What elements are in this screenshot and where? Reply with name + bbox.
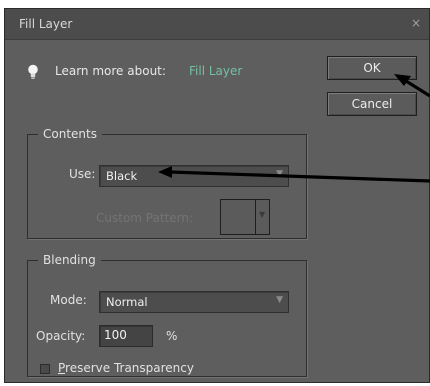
opacity-unit: % bbox=[166, 329, 178, 343]
lightbulb-icon bbox=[28, 64, 38, 79]
mode-dropdown[interactable]: Normal ▼ bbox=[99, 291, 289, 313]
opacity-label: Opacity: bbox=[36, 329, 86, 343]
learn-more-label: Learn more about: bbox=[55, 64, 166, 78]
contents-legend: Contents bbox=[43, 127, 97, 141]
blending-group: Blending Mode: Normal ▼ Opacity: 100 % P… bbox=[27, 253, 307, 377]
chevron-down-icon: ▼ bbox=[259, 210, 266, 219]
preserve-transparency-label[interactable]: Preserve Transparency bbox=[58, 361, 194, 375]
chevron-down-icon: ▼ bbox=[276, 169, 283, 179]
learn-more-link[interactable]: Fill Layer bbox=[189, 64, 242, 78]
mode-dropdown-value: Normal bbox=[106, 295, 148, 309]
ok-button[interactable]: OK bbox=[327, 56, 417, 80]
chevron-down-icon: ▼ bbox=[276, 295, 283, 305]
preserve-transparency-text: reserve Transparency bbox=[65, 361, 194, 375]
close-icon[interactable]: × bbox=[411, 16, 421, 30]
opacity-input[interactable]: 100 bbox=[99, 325, 153, 347]
preserve-transparency-mnemonic: P bbox=[58, 361, 66, 375]
custom-pattern-label: Custom Pattern: bbox=[96, 211, 194, 225]
dialog-titlebar: Fill Layer × bbox=[5, 9, 429, 40]
cancel-button[interactable]: Cancel bbox=[327, 92, 417, 116]
screenshot: Fill Layer × Learn more about: Fill Laye… bbox=[0, 0, 430, 386]
swatch-divider bbox=[255, 200, 256, 234]
contents-group: Contents Use: Black ▼ Custom Pattern: ▼ bbox=[27, 127, 307, 239]
dialog-title: Fill Layer bbox=[19, 17, 73, 31]
mode-label: Mode: bbox=[50, 293, 87, 307]
fill-layer-dialog: Fill Layer × Learn more about: Fill Laye… bbox=[4, 8, 430, 383]
preserve-transparency-checkbox[interactable] bbox=[40, 364, 50, 374]
use-label: Use: bbox=[69, 167, 96, 181]
blending-legend: Blending bbox=[43, 253, 96, 267]
custom-pattern-swatch: ▼ bbox=[220, 199, 270, 235]
use-dropdown[interactable]: Black ▼ bbox=[99, 165, 289, 187]
use-dropdown-value: Black bbox=[106, 169, 138, 183]
